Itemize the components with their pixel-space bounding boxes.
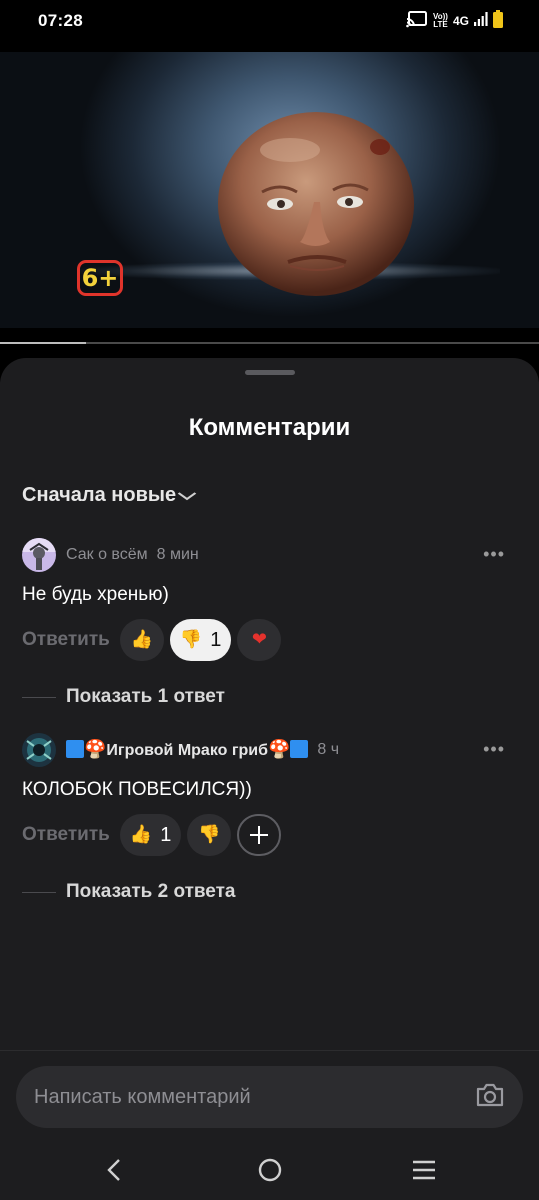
chevron-down-icon (177, 488, 197, 504)
status-icons: Vo)) LTE 4G (406, 9, 503, 33)
comment-author-name: Игровой Мрако гриб (106, 742, 268, 759)
system-navigation-bar (0, 1140, 539, 1200)
thumbs-down-icon: 👎 (179, 629, 203, 650)
avatar[interactable] (22, 538, 56, 572)
composer-divider (0, 1050, 539, 1051)
reaction-heart[interactable]: ❤ (237, 619, 282, 661)
reaction-thumbs-up[interactable]: 👍 (119, 619, 164, 661)
avatar[interactable] (22, 733, 56, 767)
video-frame: 6+ (0, 52, 539, 328)
show-replies-button[interactable]: Показать 2 ответа (22, 881, 236, 903)
reaction-thumbs-down[interactable]: 👎 (187, 814, 232, 856)
add-reaction-icon (250, 826, 269, 844)
blue-square-icon (290, 740, 309, 758)
back-icon[interactable] (94, 1154, 134, 1186)
heart-icon: ❤ (251, 629, 267, 650)
reply-button[interactable]: Ответить (22, 629, 110, 651)
status-bar: 07:28 Vo)) LTE 4G (0, 0, 539, 44)
comment-time: 8 ч (317, 741, 340, 758)
status-time: 07:28 (38, 11, 83, 30)
comment-input[interactable]: Написать комментарий (16, 1066, 523, 1128)
comment-input-placeholder: Написать комментарий (34, 1085, 251, 1108)
show-replies-label: Показать 2 ответа (66, 881, 236, 902)
comment-text: Не будь хренью) (22, 584, 169, 605)
menu-icon[interactable] (404, 1154, 444, 1186)
thread-line (22, 696, 56, 698)
comments-sheet: Комментарии Сначала новые Сак о всём 8 м… (0, 358, 539, 1200)
show-replies-label: Показать 1 ответ (66, 686, 225, 707)
reply-button[interactable]: Ответить (22, 824, 110, 846)
battery-icon (493, 9, 503, 33)
comment-header: Сак о всём 8 мин (22, 538, 199, 572)
reaction-thumbs-down[interactable]: 👎 1 (169, 619, 232, 661)
volte-icon: Vo)) LTE (433, 13, 448, 29)
comment-author[interactable]: 🍄Игровой Мрако гриб🍄 (66, 739, 309, 760)
volte-bottom: LTE (433, 20, 448, 29)
comment-author[interactable]: Сак о всём (66, 546, 148, 564)
age-rating-badge: 6+ (77, 260, 123, 296)
comment-text: КОЛОБОК ПОВЕСИЛСЯ)) (22, 779, 252, 800)
more-options-icon[interactable]: ••• (483, 544, 505, 565)
thread-line (22, 891, 56, 893)
sort-dropdown[interactable]: Сначала новые (22, 484, 197, 507)
network-type: 4G (452, 14, 469, 28)
mushroom-icon: 🍄 (267, 739, 291, 760)
more-options-icon[interactable]: ••• (483, 739, 505, 760)
home-icon[interactable] (250, 1154, 290, 1186)
comment-actions: Ответить 👍 👎 1 ❤ (22, 618, 282, 662)
blue-square-icon (66, 740, 84, 758)
comment-time: 8 мин (156, 546, 199, 563)
thumbs-down-icon: 👎 (198, 824, 221, 845)
camera-icon[interactable] (475, 1082, 505, 1113)
thumbs-up-icon: 👍 (130, 629, 154, 650)
reaction-count: 1 (210, 628, 222, 651)
cast-icon (406, 10, 428, 33)
add-reaction-button[interactable] (237, 814, 282, 856)
video-player[interactable]: 6+ (0, 44, 539, 344)
sheet-drag-handle[interactable] (245, 370, 295, 375)
sort-label: Сначала новые (22, 484, 177, 506)
show-replies-button[interactable]: Показать 1 ответ (22, 686, 225, 708)
video-progress-bar[interactable] (0, 342, 539, 344)
reaction-thumbs-up[interactable]: 👍 1 (119, 814, 182, 856)
thumbs-up-icon: 👍 (129, 824, 153, 845)
sheet-title: Комментарии (188, 414, 351, 441)
reaction-count: 1 (160, 823, 172, 846)
signal-icon (474, 11, 488, 31)
mushroom-icon: 🍄 (84, 739, 107, 760)
comment-header: 🍄Игровой Мрако гриб🍄 8 ч (22, 733, 339, 767)
video-progress-fill (0, 342, 87, 344)
comment-actions: Ответить 👍 1 👎 (22, 813, 282, 857)
